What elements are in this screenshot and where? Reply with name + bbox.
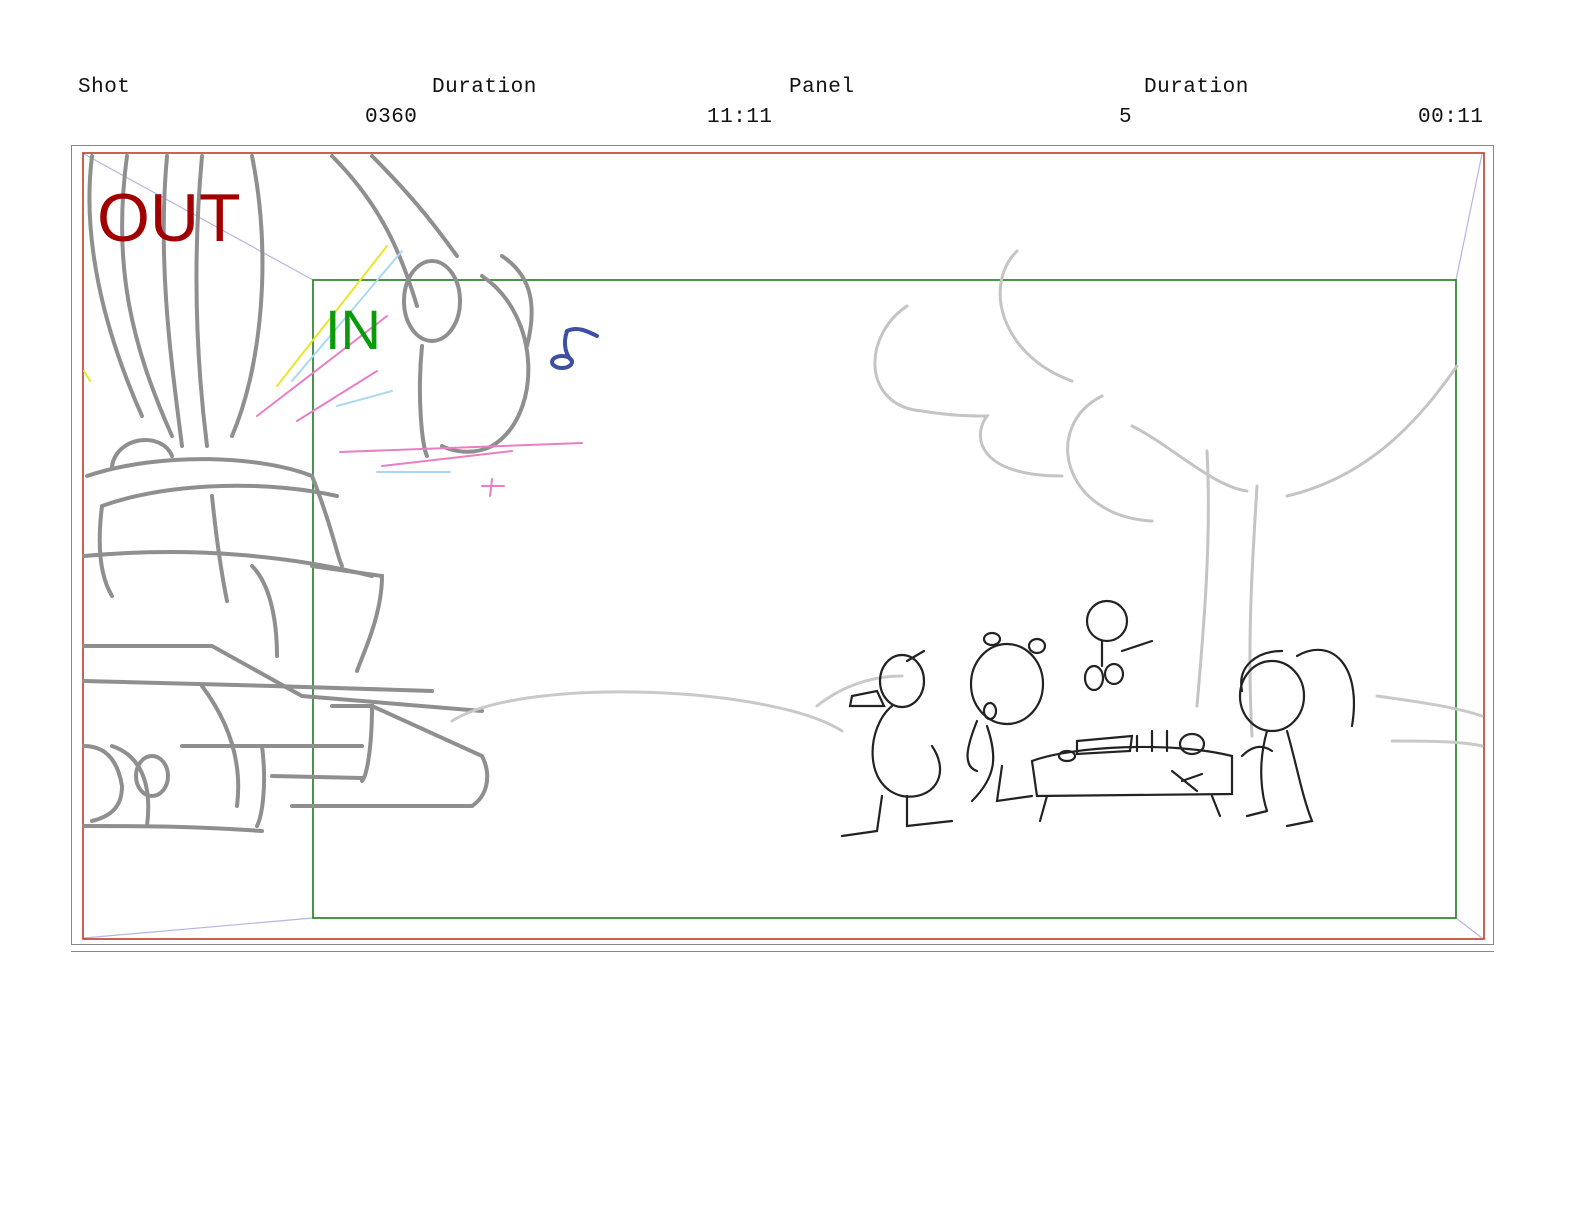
panel-duration-value: 00:11 [1418, 106, 1484, 129]
characters-sketch [840, 599, 1355, 838]
tree-sketch [873, 249, 1459, 738]
out-frame [82, 152, 1485, 940]
panel-value: 5 [1119, 106, 1133, 129]
panel-underline [71, 951, 1494, 952]
storyboard-drawing: OUT IN [82, 152, 1485, 940]
music-note-icon [550, 326, 599, 370]
hill-lines [450, 674, 1484, 748]
out-frame-label: OUT [97, 180, 241, 256]
shot-label: Shot [78, 76, 131, 99]
in-frame-label: IN [325, 298, 381, 361]
tank-sketch [82, 154, 534, 833]
motion-lines [83, 245, 583, 497]
panel-label: Panel [789, 76, 855, 99]
shot-value: 0360 [365, 106, 418, 129]
in-frame [312, 279, 1457, 919]
shot-duration-value: 11:11 [707, 106, 773, 129]
panel-duration-label: Duration [1144, 76, 1249, 99]
storyboard-panel: OUT IN [71, 145, 1494, 945]
shot-duration-label: Duration [432, 76, 537, 99]
camera-move-guides [83, 153, 1483, 939]
